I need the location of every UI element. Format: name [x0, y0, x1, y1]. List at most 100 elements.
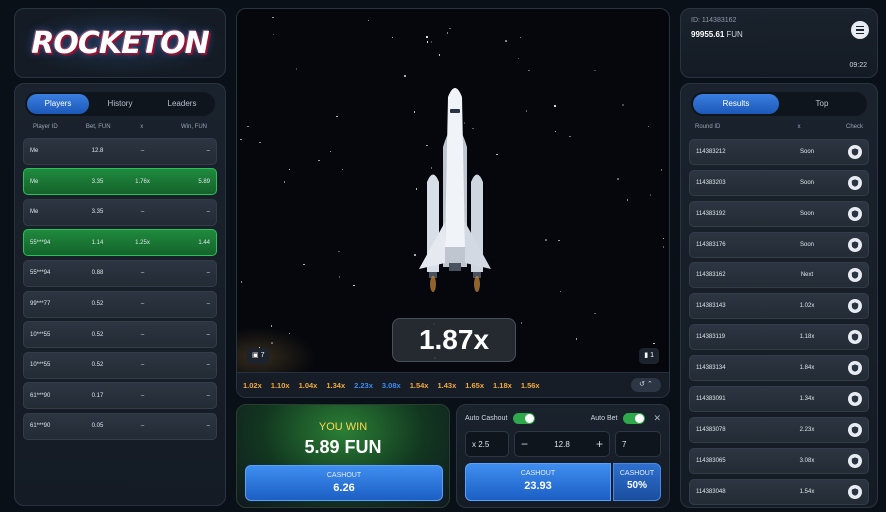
star — [353, 284, 355, 287]
player-id: Me — [30, 178, 39, 185]
col-multiplier: x — [140, 124, 144, 130]
player-x: – — [140, 362, 145, 369]
result-row: 114383134 1.84x — [689, 355, 869, 382]
tab-history[interactable]: History — [89, 94, 151, 114]
player-id: Me — [30, 209, 39, 216]
history-toggle-button[interactable]: ↺ ⌃ — [631, 378, 661, 392]
cashout-label: CASHOUT — [326, 472, 362, 479]
tab-players[interactable]: Players — [27, 94, 89, 114]
star — [545, 239, 547, 241]
online-count: 1 — [650, 352, 654, 359]
shield-check-icon[interactable] — [848, 484, 862, 499]
star — [505, 40, 507, 42]
result-row: 114383212 Soon — [689, 138, 869, 165]
star — [594, 69, 596, 72]
shield-check-icon[interactable] — [848, 361, 862, 376]
player-x: – — [140, 148, 145, 155]
cashout-button-2[interactable]: CASHOUT 23.93 — [465, 463, 611, 501]
auto-bet-toggle[interactable] — [623, 412, 646, 424]
shield-check-icon[interactable] — [848, 175, 862, 190]
player-row: Me 3.35 1.76x 5.89 — [23, 168, 217, 196]
player-row: 55***94 1.14 1.25x 1.44 — [23, 229, 217, 257]
history-multiplier: 1.34x — [326, 380, 346, 390]
shield-check-icon[interactable] — [848, 453, 862, 468]
player-id: 61***90 — [30, 392, 51, 399]
round-result: Soon — [799, 148, 814, 155]
round-result: Next — [800, 272, 814, 279]
star — [430, 41, 433, 43]
player-bet: 0.52 — [91, 301, 104, 308]
result-row: 114383176 Soon — [689, 231, 869, 258]
history-multiplier: 3.08x — [381, 380, 401, 390]
player-bet: 0.52 — [91, 362, 104, 369]
star — [391, 36, 394, 39]
shield-check-icon[interactable] — [848, 422, 862, 437]
star — [660, 169, 663, 171]
current-multiplier: 1.87x — [392, 318, 516, 362]
shield-check-icon[interactable] — [848, 206, 862, 221]
auto-rounds-field[interactable]: 7 — [615, 431, 661, 457]
game-logo: ROCKETON — [31, 25, 209, 61]
cashout-button-1[interactable]: CASHOUT 6.26 — [245, 465, 443, 501]
game-canvas: 1.87x ▣ 7 ▮ 1 1.02x 1.10x 1.04x 1.34x 2.23x 3… — [236, 8, 670, 398]
star — [341, 168, 344, 171]
star — [329, 150, 332, 153]
player-row: 55***94 0.88 – – — [23, 259, 217, 287]
history-multiplier: 1.04x — [298, 380, 318, 390]
balance: 99955.61 FUN — [691, 30, 867, 39]
tab-top[interactable]: Top — [779, 94, 865, 114]
player-row: 61***90 0.05 – – — [23, 412, 217, 440]
history-multiplier: 1.65x — [465, 380, 485, 390]
star — [240, 281, 243, 283]
star — [283, 181, 286, 183]
player-id: 55***94 — [30, 270, 51, 277]
menu-icon[interactable] — [851, 21, 869, 39]
cashout-half-button[interactable]: CASHOUT 50% — [613, 463, 661, 501]
player-x: – — [140, 270, 145, 277]
win-panel: YOU WIN 5.89 FUN CASHOUT 6.26 — [236, 404, 450, 508]
shield-check-icon[interactable] — [848, 237, 862, 252]
result-row: 114383048 1.54x — [689, 478, 869, 505]
player-row: 10***55 0.52 – – — [23, 321, 217, 349]
round-id: 114383091 — [696, 396, 726, 403]
auto-cashout-field[interactable]: x 2.5 — [465, 431, 509, 457]
player-win: – — [206, 301, 210, 308]
close-icon[interactable]: ✕ — [653, 413, 661, 424]
result-row: 114383203 Soon — [689, 169, 869, 196]
bet-inputs: x 2.5 − 12.8 + 7 — [465, 431, 661, 457]
star — [517, 57, 520, 60]
clock-time: 09:22 — [849, 62, 867, 69]
plus-icon[interactable]: + — [596, 437, 603, 451]
star — [520, 322, 523, 324]
player-id: 10***55 — [30, 331, 51, 338]
star — [594, 312, 596, 315]
balance-currency: FUN — [726, 30, 743, 39]
shield-check-icon[interactable] — [848, 268, 862, 283]
round-id: 114383212 — [696, 148, 726, 155]
result-row: 114383119 1.18x — [689, 324, 869, 351]
result-row: 114383091 1.34x — [689, 386, 869, 413]
star — [662, 246, 665, 248]
player-bet: 3.35 — [91, 178, 104, 185]
shield-check-icon[interactable] — [848, 299, 862, 314]
round-id: 114383176 — [696, 241, 726, 248]
shield-check-icon[interactable] — [848, 330, 862, 345]
shield-check-icon[interactable] — [848, 392, 862, 407]
minus-icon[interactable]: − — [521, 437, 528, 451]
tab-leaders[interactable]: Leaders — [151, 94, 213, 114]
tab-results[interactable]: Results — [693, 94, 779, 114]
history-multiplier: 1.56x — [520, 380, 540, 390]
shield-check-icon[interactable] — [848, 144, 862, 159]
bet-amount-stepper[interactable]: − 12.8 + — [514, 431, 610, 457]
players-table-header: Player ID Bet, FUN x Win, FUN — [23, 124, 217, 134]
star — [288, 168, 291, 171]
star — [525, 110, 528, 112]
player-x: 1.25x — [135, 239, 150, 246]
round-id: 114383065 — [696, 457, 726, 464]
result-row: 114383065 3.08x — [689, 447, 869, 474]
auto-settings-row: Auto Cashout Auto Bet ✕ — [465, 411, 661, 425]
round-result: Soon — [799, 179, 814, 186]
history-items: 1.02x 1.10x 1.04x 1.34x 2.23x 3.08x 1.54x 1.43x… — [243, 381, 549, 390]
bets-count-badge: ▣ 7 — [247, 348, 270, 364]
auto-cashout-toggle[interactable] — [513, 412, 536, 424]
